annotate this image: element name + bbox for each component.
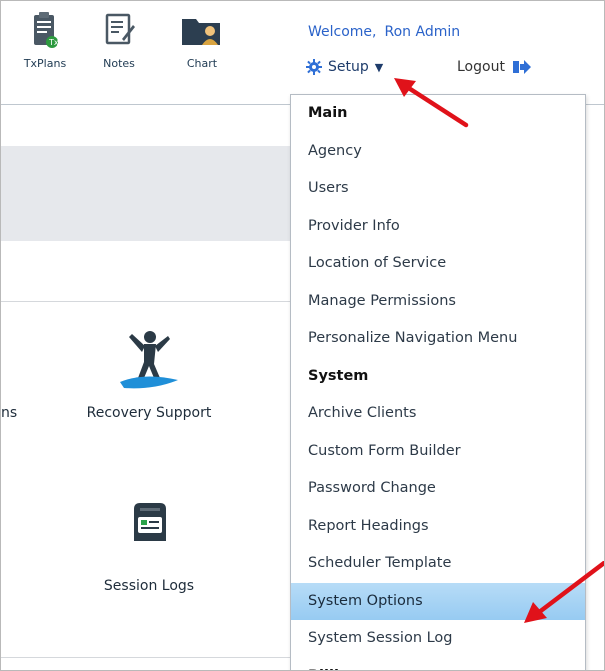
welcome-label: Welcome, bbox=[308, 24, 377, 40]
setup-menu-button[interactable]: Setup ▼ bbox=[306, 59, 383, 75]
menu-section-billing: Billi bbox=[291, 658, 585, 671]
divider bbox=[1, 301, 291, 302]
annotation-arrow-icon bbox=[524, 561, 604, 623]
menu-section-system: System bbox=[308, 367, 369, 384]
session-logs-label[interactable]: Session Logs bbox=[79, 578, 219, 594]
toolbar-txplans[interactable]: Tx TxPlans bbox=[14, 11, 76, 70]
clipboard-icon: Tx bbox=[34, 12, 59, 48]
gear-icon bbox=[306, 59, 322, 75]
menu-item-location-of-service[interactable]: Location of Service bbox=[291, 245, 585, 283]
caret-down-icon: ▼ bbox=[374, 60, 384, 74]
session-logs-icon[interactable] bbox=[128, 501, 172, 545]
svg-text:Tx: Tx bbox=[48, 38, 59, 47]
toolbar-notes[interactable]: Notes bbox=[88, 11, 150, 70]
welcome-text: Welcome, Ron Admin bbox=[308, 24, 460, 40]
toolbar-chart[interactable]: Chart bbox=[171, 11, 233, 70]
top-toolbar: Tx TxPlans Notes Chart Welcome, Ron Admi… bbox=[1, 1, 604, 105]
menu-item-archive-clients[interactable]: Archive Clients bbox=[291, 395, 585, 433]
menu-item-agency[interactable]: Agency bbox=[291, 133, 585, 171]
content-banner bbox=[1, 146, 291, 241]
menu-item-password-change[interactable]: Password Change bbox=[291, 470, 585, 508]
notes-icon bbox=[105, 13, 135, 45]
folder-chart-icon bbox=[182, 19, 220, 45]
notes-label: Notes bbox=[103, 57, 135, 70]
chart-label: Chart bbox=[186, 57, 218, 70]
menu-item-personalize-navigation-menu[interactable]: Personalize Navigation Menu bbox=[291, 320, 585, 358]
txplans-label: TxPlans bbox=[23, 57, 67, 70]
logout-icon bbox=[512, 60, 531, 74]
divider bbox=[1, 657, 291, 658]
menu-item-report-headings[interactable]: Report Headings bbox=[291, 508, 585, 546]
menu-item-users[interactable]: Users bbox=[291, 170, 585, 208]
recovery-support-icon[interactable] bbox=[114, 328, 184, 390]
menu-item-provider-info[interactable]: Provider Info bbox=[291, 208, 585, 246]
setup-label: Setup bbox=[328, 59, 369, 75]
recovery-support-label[interactable]: Recovery Support bbox=[79, 405, 219, 421]
annotation-arrow-icon bbox=[394, 78, 469, 128]
menu-item-custom-form-builder[interactable]: Custom Form Builder bbox=[291, 433, 585, 471]
partial-tile-label[interactable]: ns bbox=[1, 405, 17, 421]
user-name-link[interactable]: Ron Admin bbox=[385, 24, 461, 40]
app-window: Tx TxPlans Notes Chart Welcome, Ron Admi… bbox=[0, 0, 605, 671]
menu-item-manage-permissions[interactable]: Manage Permissions bbox=[291, 283, 585, 321]
